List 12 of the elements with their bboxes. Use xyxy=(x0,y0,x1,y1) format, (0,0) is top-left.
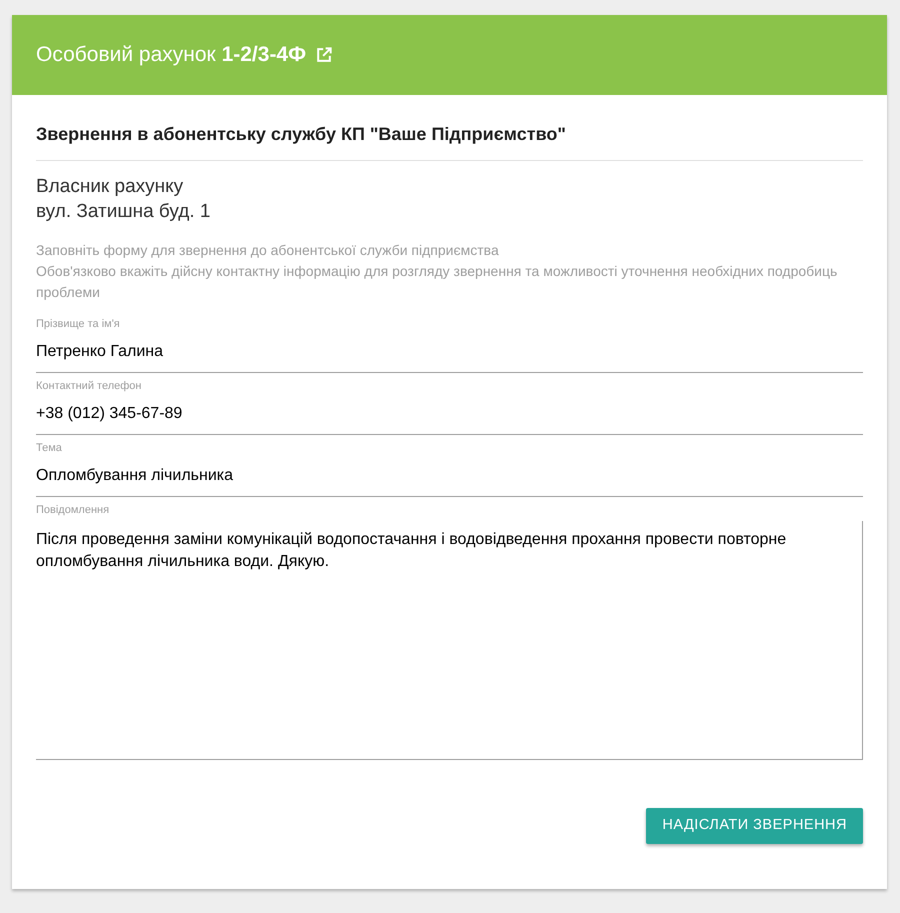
field-label: Контактний телефон xyxy=(36,379,142,393)
form-heading: Звернення в абонентську службу КП "Ваше Підприємство" xyxy=(36,121,863,161)
account-title: Особовий рахунок 1-2/3-4Ф xyxy=(36,42,306,68)
field-label: Тема xyxy=(36,441,63,455)
field-label: Прізвище та ім'я xyxy=(36,317,121,331)
owner-label: Власник рахунку xyxy=(36,175,184,199)
field-label: Повідомлення xyxy=(36,503,110,517)
external-link-icon[interactable] xyxy=(314,45,334,65)
instruction-text: Обов'язково вкажіть дійсну контактну інформацію для розгляду звернення та можливості уточнення необхідних подробиць проблеми xyxy=(36,262,838,302)
address-text: вул. Затишна буд. 1 xyxy=(36,200,212,224)
message-field[interactable]: Після проведення заміни комунікацій водопостачання і водовідведення прохання провести повторне опломбування лічильника води. Дякую. xyxy=(36,521,863,760)
instruction-text: Заповніть форму для звернення до абонентської служби підприємства xyxy=(36,241,500,260)
